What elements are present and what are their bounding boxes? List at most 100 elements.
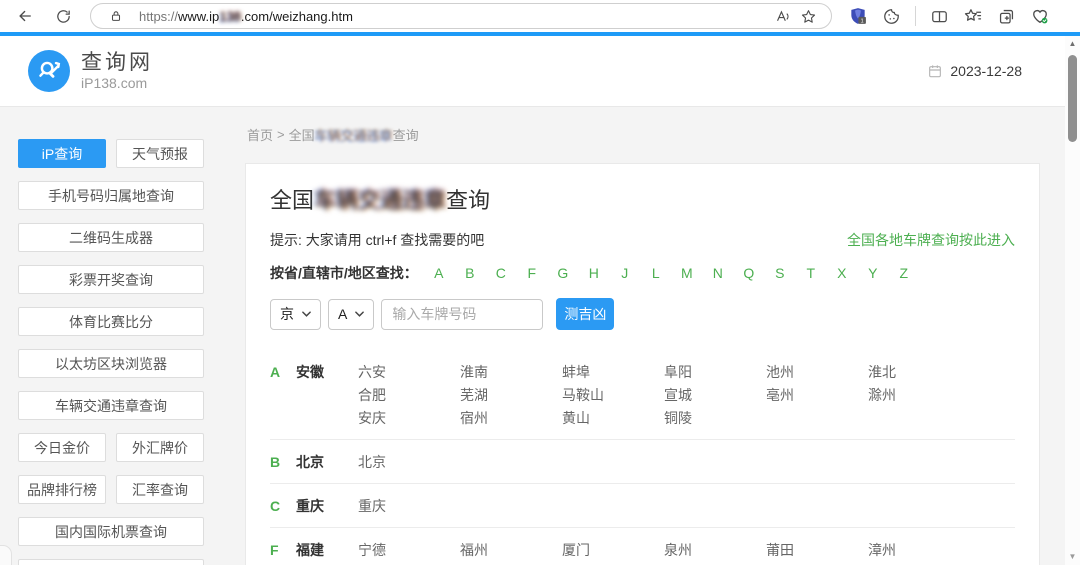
letter-link[interactable]: L (650, 265, 662, 281)
city-link[interactable]: 合肥 (358, 384, 460, 407)
refresh-icon[interactable] (48, 3, 78, 29)
plate-query-link[interactable]: 全国各地车牌查询按此进入 (847, 230, 1015, 250)
sidebar-button[interactable]: 国内国际机票查询 (18, 517, 204, 546)
city-link[interactable]: 六安 (358, 361, 460, 384)
letter-link[interactable]: Z (898, 265, 910, 281)
chevron-down-icon (302, 311, 311, 317)
tip-text: 提示: 大家请用 ctrl+f 查找需要的吧 (270, 232, 485, 248)
region-letter: C (270, 498, 281, 514)
city-link[interactable]: 北京 (358, 451, 460, 474)
city-link[interactable]: 重庆 (358, 495, 460, 518)
chevron-down-icon (355, 311, 365, 317)
scrollbar[interactable]: ▲ ▼ (1065, 36, 1080, 565)
split-screen-icon[interactable] (930, 7, 949, 26)
letter-link[interactable]: M (681, 265, 693, 281)
favorites-hub-icon[interactable] (963, 6, 983, 26)
luck-test-button[interactable]: 测吉凶 (556, 298, 615, 330)
city-link[interactable]: 阜阳 (664, 361, 766, 384)
letter-link[interactable]: B (464, 265, 476, 281)
letter-select[interactable]: A (328, 298, 375, 330)
sidebar-button[interactable]: 今日金价 (18, 433, 106, 462)
breadcrumb-censored-segment: 车辆交通违章 (314, 128, 393, 143)
city-link[interactable]: 铜陵 (664, 407, 766, 430)
plate-number-input[interactable] (381, 298, 544, 330)
region-letter: B (270, 454, 281, 470)
city-link[interactable]: 淮北 (868, 361, 970, 384)
city-link[interactable]: 泉州 (664, 539, 766, 562)
city-link[interactable]: 安庆 (358, 407, 460, 430)
breadcrumb-current: 全国车辆交通违章查询 (288, 128, 419, 143)
city-link[interactable]: 宿州 (460, 407, 562, 430)
site-header: 查询网 iP138.com 2023-12-28 (0, 36, 1080, 107)
adblock-extension-icon[interactable]: 1 (848, 6, 868, 26)
breadcrumb-home[interactable]: 首页 (247, 125, 273, 144)
sidebar-button[interactable]: iP查询 (18, 139, 106, 168)
scrollbar-up-icon[interactable]: ▲ (1065, 39, 1080, 49)
letter-link[interactable]: Y (867, 265, 879, 281)
city-link[interactable]: 漳州 (868, 539, 970, 562)
find-by-label: 按省/直辖市/地区查找： (270, 265, 418, 281)
scrollbar-thumb[interactable] (1068, 55, 1077, 142)
site-logo[interactable]: 查询网 iP138.com (28, 50, 153, 92)
letter-link[interactable]: F (526, 265, 538, 281)
city-link[interactable]: 莆田 (766, 539, 868, 562)
city-link[interactable]: 宁德 (358, 539, 460, 562)
city-link[interactable]: 滁州 (868, 384, 970, 407)
calendar-icon (929, 65, 942, 78)
region-row: C 重庆 重庆 (270, 483, 1015, 527)
province-select[interactable]: 京 (270, 298, 321, 330)
letter-link[interactable]: H (588, 265, 600, 281)
letter-link[interactable]: A (433, 265, 445, 281)
city-link[interactable]: 蚌埠 (562, 361, 664, 384)
letter-link[interactable]: T (805, 265, 817, 281)
letter-link[interactable]: S (774, 265, 786, 281)
city-link[interactable]: 黄山 (562, 407, 664, 430)
region-province[interactable]: 安徽 (296, 361, 358, 430)
site-name: 查询网 (81, 50, 153, 74)
url-host: www.ip (178, 8, 220, 24)
favorite-star-icon[interactable] (795, 5, 821, 27)
browser-essentials-icon[interactable] (1030, 6, 1050, 26)
sidebar-button[interactable]: 体育比赛比分 (18, 307, 204, 336)
cookie-extension-icon[interactable] (882, 7, 901, 26)
address-bar[interactable]: https://www.ip138.com/weizhang.htm (90, 3, 832, 29)
city-link[interactable]: 芜湖 (460, 384, 562, 407)
city-link[interactable]: 宣城 (664, 384, 766, 407)
sidebar-button[interactable]: 车辆交通违章查询 (18, 391, 204, 420)
letter-link[interactable]: N (712, 265, 724, 281)
back-icon[interactable] (10, 3, 40, 29)
sidebar-button[interactable]: 彩票开奖查询 (18, 265, 204, 294)
city-link[interactable]: 池州 (766, 361, 868, 384)
sidebar-button[interactable]: 汇率查询 (116, 475, 204, 504)
sidebar-button[interactable]: 以太坊区块浏览器 (18, 349, 204, 378)
region-province[interactable]: 福建 (296, 539, 358, 565)
region-row: A 安徽 六安 淮南 蚌埠 阜阳 池州 淮北 合肥 芜湖 马鞍山 宣城 亳州 滁州 安庆 宿州 黄山 铜陵 (270, 350, 1015, 439)
city-link[interactable]: 亳州 (766, 384, 868, 407)
read-aloud-icon[interactable] (769, 5, 795, 27)
collections-icon[interactable] (997, 7, 1016, 26)
sidebar-button[interactable] (18, 559, 204, 565)
letter-link[interactable]: G (557, 265, 569, 281)
sidebar-button[interactable]: 二维码生成器 (18, 223, 204, 252)
city-link[interactable]: 马鞍山 (562, 384, 664, 407)
current-date: 2023-12-28 (950, 63, 1022, 79)
sidebar-button[interactable]: 品牌排行榜 (18, 475, 106, 504)
letter-link[interactable]: X (836, 265, 848, 281)
city-link[interactable]: 福州 (460, 539, 562, 562)
lock-icon[interactable] (103, 5, 129, 27)
region-province[interactable]: 重庆 (296, 495, 358, 518)
letter-link[interactable]: J (619, 265, 631, 281)
sidebar-button[interactable]: 天气预报 (116, 139, 204, 168)
page-title: 全国车辆交通违章查询 (270, 188, 491, 213)
scrollbar-down-icon[interactable]: ▼ (1065, 552, 1080, 562)
city-link[interactable]: 厦门 (562, 539, 664, 562)
breadcrumb-separator: > (277, 127, 285, 142)
letter-link[interactable]: C (495, 265, 507, 281)
region-province[interactable]: 北京 (296, 451, 358, 474)
city-link[interactable]: 淮南 (460, 361, 562, 384)
letter-link[interactable]: Q (743, 265, 755, 281)
region-row: B 北京 北京 (270, 439, 1015, 483)
sidebar-button[interactable]: 外汇牌价 (116, 433, 204, 462)
toolbar-divider (915, 6, 916, 26)
sidebar-button[interactable]: 手机号码归属地查询 (18, 181, 204, 210)
